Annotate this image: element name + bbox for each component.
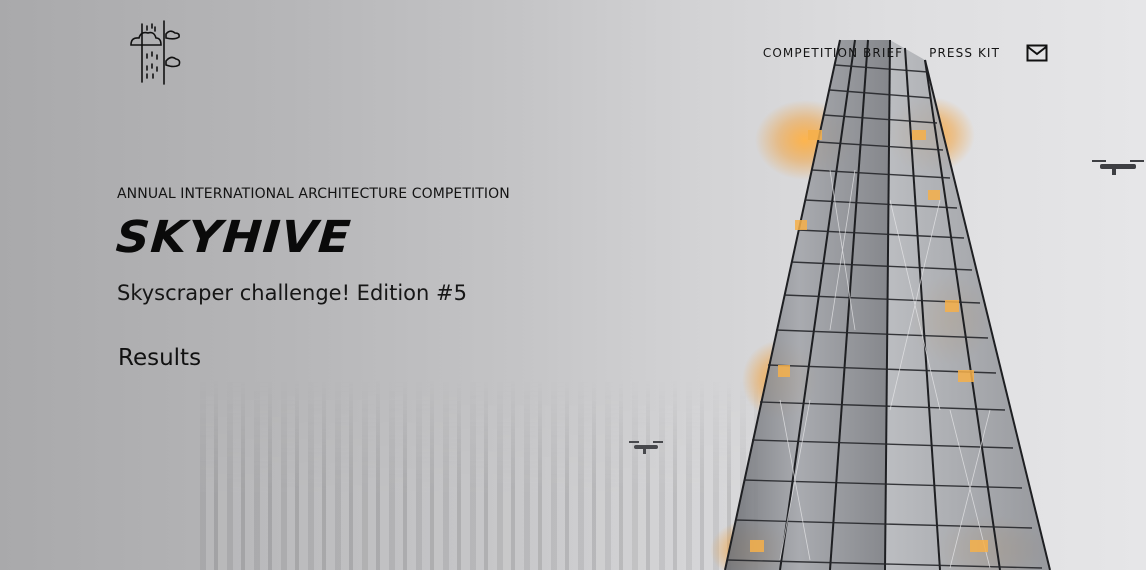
envelope-icon[interactable] bbox=[1026, 44, 1048, 62]
drone-graphic bbox=[1092, 160, 1144, 175]
competition-kicker: ANNUAL INTERNATIONAL ARCHITECTURE COMPET… bbox=[117, 186, 510, 202]
skyhive-logo-icon[interactable] bbox=[126, 18, 182, 86]
tower-illustration bbox=[710, 39, 1051, 570]
motion-blur-streaks bbox=[200, 380, 760, 570]
hero-section: COMPETITION BRIEF PRESS KIT ANNUAL INTER… bbox=[0, 0, 1146, 570]
drone-graphic bbox=[629, 441, 663, 454]
brand-title: SKYHIVE bbox=[114, 212, 354, 263]
edition-subtitle: Skyscraper challenge! Edition #5 bbox=[117, 281, 467, 305]
nav-competition-brief[interactable]: COMPETITION BRIEF bbox=[763, 46, 903, 60]
nav-press-kit[interactable]: PRESS KIT bbox=[929, 46, 1000, 60]
top-navigation: COMPETITION BRIEF PRESS KIT bbox=[763, 44, 1048, 62]
results-link[interactable]: Results bbox=[118, 345, 201, 371]
